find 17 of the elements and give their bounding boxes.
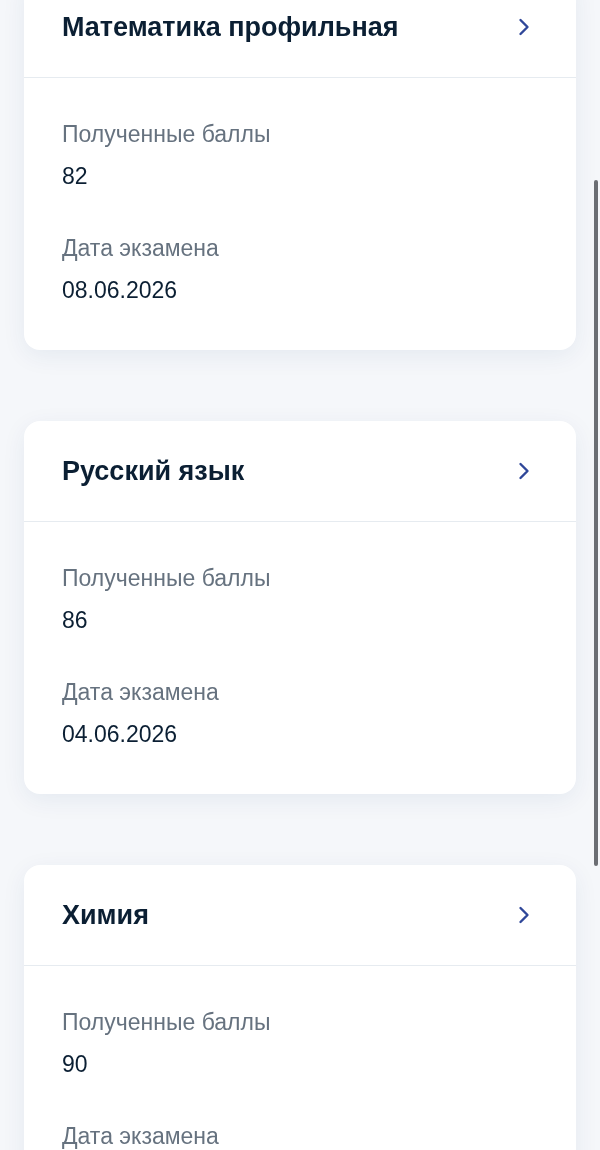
subject-title: Химия — [62, 899, 149, 932]
field-value: 82 — [62, 163, 88, 189]
field-value: 90 — [62, 1051, 88, 1077]
chevron-right-icon[interactable] — [518, 18, 530, 36]
field-label: Полученные баллы — [62, 121, 271, 147]
field-label: Дата экзамена — [62, 679, 219, 705]
field-value: 04.06.2026 — [62, 721, 178, 747]
subject-title: Русский язык — [62, 455, 245, 488]
field-label: Полученные баллы — [62, 565, 271, 591]
field-label: Дата экзамена — [62, 1123, 219, 1149]
field-label: Дата экзамена — [62, 235, 219, 261]
field-label: Полученные баллы — [62, 1009, 271, 1035]
subject-title: Математика профильная — [62, 11, 399, 44]
chevron-right-icon[interactable] — [518, 462, 530, 480]
chevron-right-icon[interactable] — [518, 906, 530, 924]
field-value: 08.06.2026 — [62, 277, 178, 303]
field-value: 86 — [62, 607, 88, 633]
